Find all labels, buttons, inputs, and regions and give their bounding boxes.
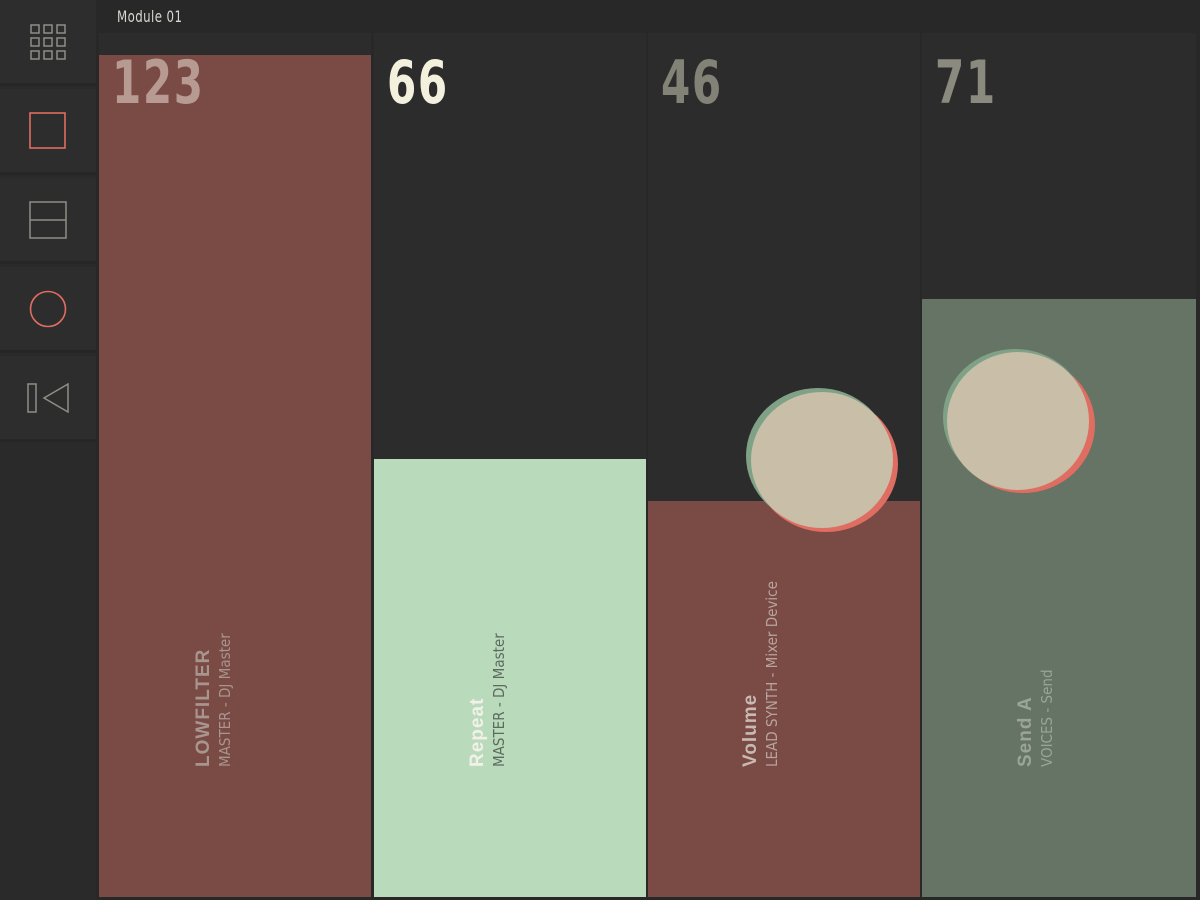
fader-subtitle: LEAD SYNTH - Mixer Device <box>763 581 781 767</box>
circle-icon <box>29 290 67 327</box>
fader-name: LOWFILTER <box>193 648 214 767</box>
fader-label: Send A VOICES - Send <box>1015 669 1057 767</box>
square-icon <box>29 111 66 149</box>
fader-repeat[interactable]: 66 Repeat MASTER - DJ Master <box>374 33 646 897</box>
fader-lowfilter[interactable]: 123 LOWFILTER MASTER - DJ Master <box>99 33 371 897</box>
fader-value: 71 <box>935 48 997 118</box>
fader-fill <box>648 501 920 897</box>
fader-value: 66 <box>387 48 449 118</box>
fader-name: Volume <box>740 693 761 767</box>
fader-value: 123 <box>112 48 205 118</box>
transport-button[interactable] <box>0 356 96 442</box>
sidebar <box>0 0 96 900</box>
fader-value: 46 <box>661 48 723 118</box>
module-title: Module 01 <box>117 7 183 26</box>
split-rectangle-icon <box>29 200 67 239</box>
fader-name: Send A <box>1015 696 1036 767</box>
fader-label: Volume LEAD SYNTH - Mixer Device <box>740 581 782 767</box>
grid-view-button[interactable] <box>0 0 96 86</box>
touch-indicator-icon <box>746 388 898 532</box>
split-view-button[interactable] <box>0 178 96 264</box>
touch-indicator-icon <box>943 349 1095 493</box>
fader-subtitle: VOICES - Send <box>1038 669 1056 767</box>
fader-fill <box>374 459 646 897</box>
fader-subtitle: MASTER - DJ Master <box>216 633 234 767</box>
fader-name: Repeat <box>467 697 488 767</box>
fader-label: Repeat MASTER - DJ Master <box>467 633 509 767</box>
rewind-icon <box>27 382 69 413</box>
fader-subtitle: MASTER - DJ Master <box>490 633 508 767</box>
knob-view-button[interactable] <box>0 267 96 353</box>
fader-fill <box>99 55 371 897</box>
grid-icon <box>30 23 66 60</box>
fader-view-button[interactable] <box>0 89 96 175</box>
fader-label: LOWFILTER MASTER - DJ Master <box>193 633 235 767</box>
